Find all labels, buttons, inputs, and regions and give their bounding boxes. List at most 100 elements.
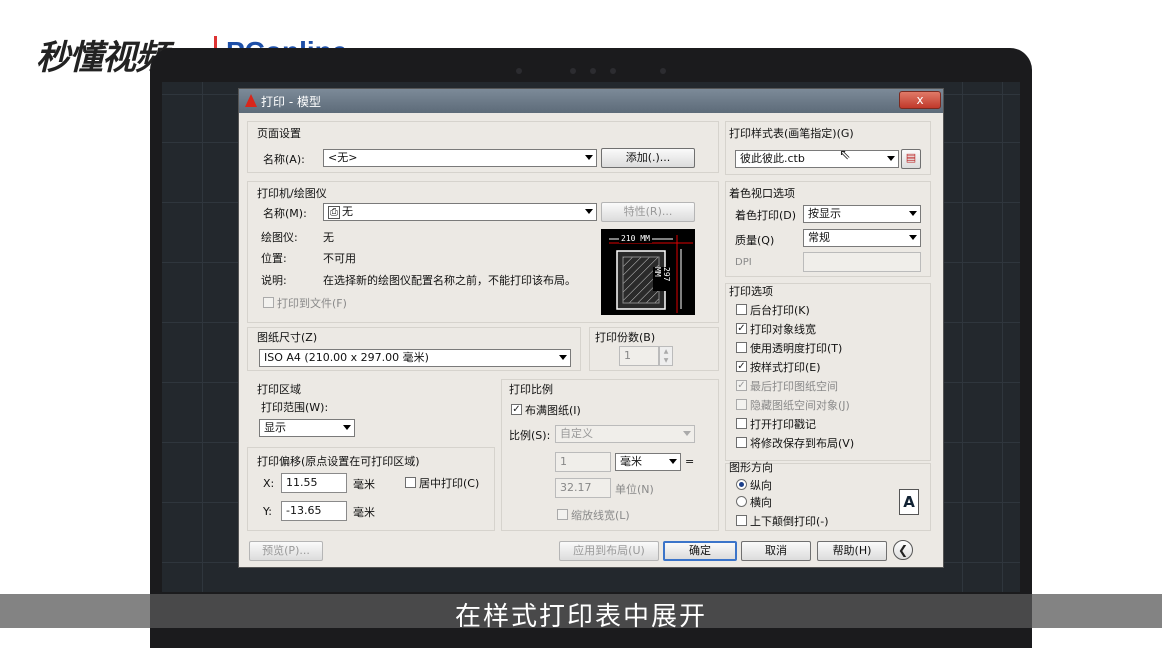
center-plot-label: 居中打印(C): [419, 477, 480, 490]
camera-dot: [570, 68, 576, 74]
print-to-file-label: 打印到文件(F): [277, 297, 347, 310]
plot-lineweights-label: 打印对象线宽: [750, 323, 816, 336]
transparency-checkbox[interactable]: [736, 342, 747, 353]
scale-unit-value: 毫米: [620, 455, 642, 468]
chevron-down-icon: [909, 235, 917, 240]
chevron-down-icon: [559, 355, 567, 360]
preview-button[interactable]: 预览(P)...: [249, 541, 323, 561]
quality-label: 质量(Q): [735, 234, 775, 247]
offset-y-unit: 毫米: [353, 506, 375, 519]
chevron-down-icon: [683, 431, 691, 436]
portrait-radio[interactable]: [736, 479, 747, 490]
printer-icon: ⎙: [328, 206, 340, 219]
plot-range-label: 打印范围(W):: [261, 401, 329, 414]
upside-down-label: 上下颠倒打印(-): [750, 515, 829, 528]
chevron-down-icon: [585, 155, 593, 160]
background-plot-checkbox[interactable]: [736, 304, 747, 315]
description-label: 说明:: [261, 274, 287, 287]
spinner-down-icon[interactable]: ▼: [660, 356, 672, 365]
plot-range-value: 显示: [264, 421, 286, 434]
equals-label: =: [685, 455, 695, 468]
add-page-setup-button[interactable]: 添加(.)...: [601, 148, 695, 168]
plot-stamp-checkbox[interactable]: [736, 418, 747, 429]
copies-label: 打印份数(B): [595, 331, 656, 344]
hide-paperspace-checkbox[interactable]: [736, 399, 747, 410]
plot-style-value: 彼此彼此.ctb: [740, 152, 805, 165]
plot-style-label: 打印样式表(画笔指定)(G): [729, 127, 854, 140]
printer-name-select[interactable]: ⎙ 无: [323, 203, 597, 221]
dpi-input[interactable]: [803, 252, 921, 272]
close-button[interactable]: x: [899, 91, 941, 109]
location-label: 位置:: [261, 252, 287, 265]
scale-lineweights-label: 缩放线宽(L): [571, 509, 630, 522]
scale-value2-input[interactable]: 32.17: [555, 478, 611, 498]
portrait-label: 纵向: [750, 479, 772, 492]
apply-to-layout-button[interactable]: 应用到布局(U): [559, 541, 659, 561]
spinner-up-icon[interactable]: ▲: [660, 347, 672, 356]
scale-lineweights-checkbox[interactable]: [557, 509, 568, 520]
save-to-layout-checkbox[interactable]: [736, 437, 747, 448]
scale-ratio-select[interactable]: 自定义: [555, 425, 695, 443]
plotter-label: 绘图仪:: [261, 231, 298, 244]
edit-style-icon: ▤: [905, 151, 917, 164]
camera-dot: [516, 68, 522, 74]
background-plot-label: 后台打印(K): [750, 304, 810, 317]
cancel-button[interactable]: 取消: [741, 541, 811, 561]
miaodong-logo: 秒懂视频: [36, 38, 169, 78]
paper-size-select[interactable]: ISO A4 (210.00 x 297.00 毫米): [259, 349, 571, 367]
dialog-titlebar[interactable]: 打印 - 模型 x: [239, 89, 943, 113]
offset-y-label: Y:: [263, 505, 272, 518]
dialog-title: 打印 - 模型: [261, 95, 321, 109]
plot-lineweights-checkbox[interactable]: ✓: [736, 323, 747, 334]
chevron-down-icon: [669, 459, 677, 464]
scale-value1-input[interactable]: 1: [555, 452, 611, 472]
paper-size-label: 图纸尺寸(Z): [257, 331, 318, 344]
offset-x-unit: 毫米: [353, 478, 375, 491]
printer-group-label: 打印机/绘图仪: [257, 187, 327, 200]
description-value: 在选择新的绘图仪配置名称之前，不能打印该布局。: [323, 274, 576, 287]
page-setup-name-select[interactable]: <无>: [323, 149, 597, 167]
help-button[interactable]: 帮助(H): [817, 541, 887, 561]
printer-properties-button[interactable]: 特性(R)...: [601, 202, 695, 222]
printer-name-label: 名称(M):: [263, 207, 307, 220]
mouse-cursor-icon: ⇖: [839, 147, 851, 163]
chevron-down-icon: [909, 211, 917, 216]
print-to-file-checkbox[interactable]: [263, 297, 274, 308]
offset-label: 打印偏移(原点设置在可打印区域): [257, 455, 420, 468]
paperspace-last-checkbox[interactable]: ✓: [736, 380, 747, 391]
plot-with-styles-checkbox[interactable]: ✓: [736, 361, 747, 372]
quality-select[interactable]: 常规: [803, 229, 921, 247]
edit-plot-style-button[interactable]: ▤: [901, 149, 921, 169]
fit-to-paper-checkbox[interactable]: ✓: [511, 404, 522, 415]
landscape-radio[interactable]: [736, 496, 747, 507]
upside-down-checkbox[interactable]: [736, 515, 747, 526]
scale-label: 打印比例: [509, 383, 553, 396]
plot-stamp-label: 打开打印戳记: [750, 418, 816, 431]
plot-style-select[interactable]: 彼此彼此.ctb: [735, 150, 899, 168]
quality-value: 常规: [808, 231, 830, 244]
shade-plot-select[interactable]: 按显示: [803, 205, 921, 223]
page-setup-label: 页面设置: [257, 127, 301, 140]
copies-input[interactable]: 1: [619, 346, 659, 366]
location-value: 不可用: [323, 252, 356, 265]
camera-dot: [610, 68, 616, 74]
scale-unit-select[interactable]: 毫米: [615, 453, 681, 471]
hide-paperspace-label: 隐藏图纸空间对象(J): [750, 399, 850, 412]
copies-spinner[interactable]: ▲ ▼: [659, 346, 673, 366]
print-options-label: 打印选项: [729, 285, 773, 298]
offset-y-input[interactable]: -13.65: [281, 501, 347, 521]
shade-plot-label: 着色打印(D): [735, 209, 797, 222]
shade-plot-value: 按显示: [808, 207, 841, 220]
scale-ratio-value: 自定义: [560, 427, 593, 440]
plot-range-select[interactable]: 显示: [259, 419, 355, 437]
plotter-value: 无: [323, 231, 334, 244]
collapse-arrow-icon[interactable]: ❮: [893, 540, 913, 560]
ok-button[interactable]: 确定: [663, 541, 737, 561]
paper-preview: 210 MM 297 MM: [601, 229, 695, 315]
page-setup-name-label: 名称(A):: [263, 153, 305, 166]
offset-x-input[interactable]: 11.55: [281, 473, 347, 493]
center-plot-checkbox[interactable]: [405, 477, 416, 488]
printer-name-value: 无: [342, 205, 353, 218]
fit-to-paper-label: 布满图纸(I): [525, 404, 581, 417]
chevron-down-icon: [585, 209, 593, 214]
